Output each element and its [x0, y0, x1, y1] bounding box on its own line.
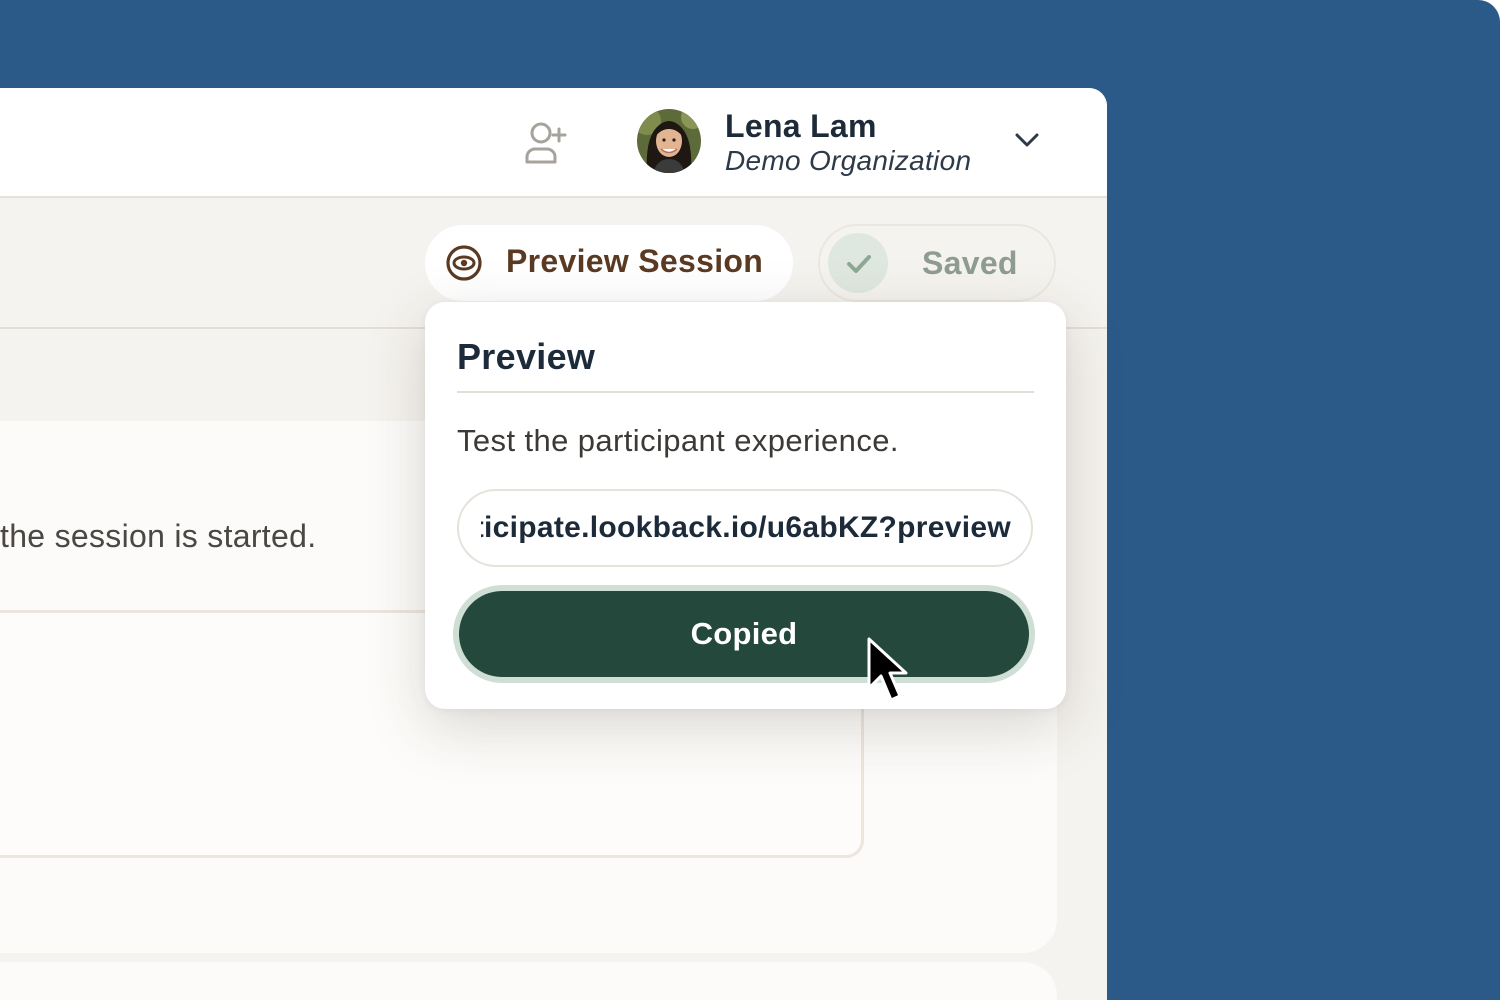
avatar[interactable]: [637, 109, 701, 173]
avatar-image: [637, 109, 701, 173]
chevron-down-icon[interactable]: [1012, 128, 1042, 152]
user-name: Lena Lam: [725, 108, 877, 144]
mouse-cursor-icon: [867, 637, 908, 702]
preview-url-input[interactable]: [459, 491, 1031, 565]
eye-icon: [446, 245, 482, 281]
content-text: the session is started.: [0, 518, 317, 554]
check-icon: [828, 233, 888, 293]
bottom-card: [0, 962, 1057, 1000]
popover-divider: [457, 391, 1034, 393]
preview-session-button[interactable]: Preview Session: [425, 225, 793, 301]
copy-link-button[interactable]: Copied: [459, 591, 1029, 677]
preview-popover: Preview Test the participant experience.…: [425, 302, 1066, 709]
add-user-icon[interactable]: [520, 118, 570, 168]
popover-description: Test the participant experience.: [457, 423, 899, 458]
top-bar: Lena Lam Demo Organization: [0, 88, 1107, 198]
preview-session-label: Preview Session: [506, 243, 764, 279]
preview-url-field[interactable]: [457, 489, 1033, 567]
saved-label: Saved: [922, 245, 1018, 281]
window-corner: [1460, 0, 1500, 40]
saved-status: Saved: [818, 224, 1056, 302]
organization-name: Demo Organization: [725, 145, 972, 176]
popover-title: Preview: [457, 336, 596, 377]
